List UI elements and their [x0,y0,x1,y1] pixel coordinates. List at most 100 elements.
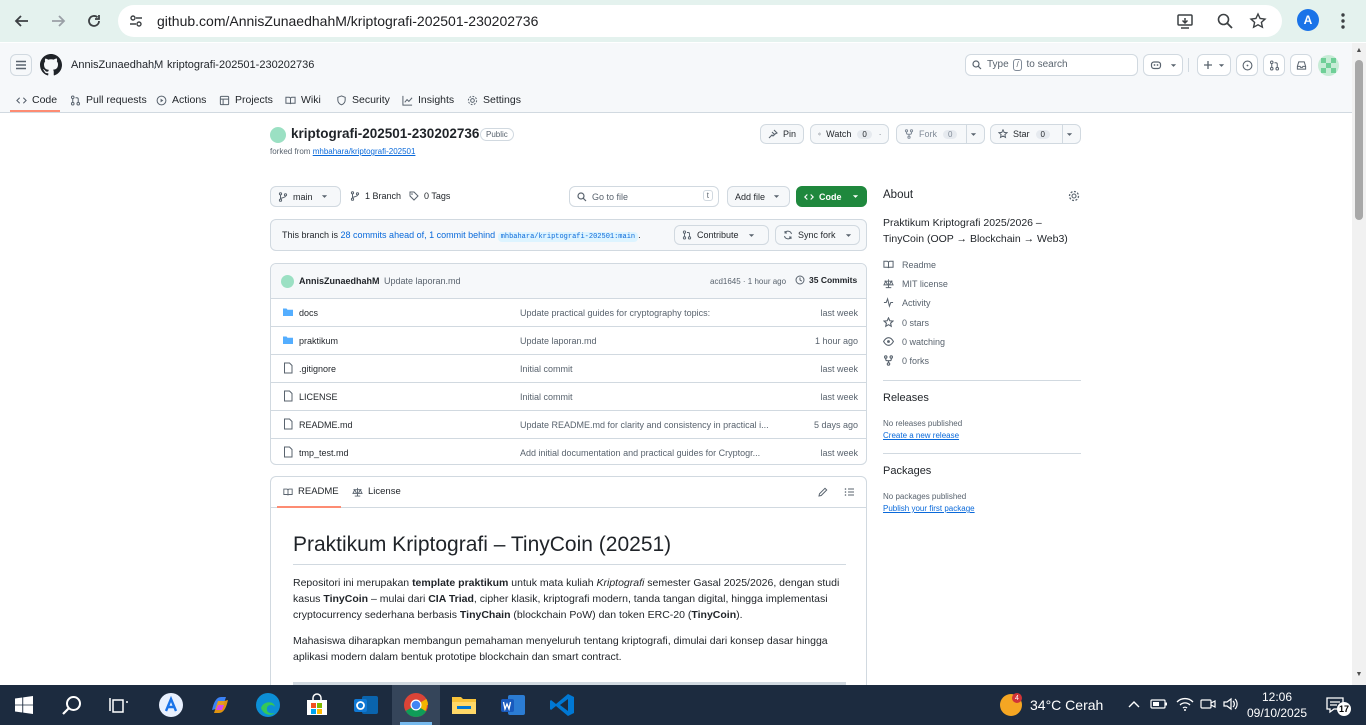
meet-now-icon[interactable] [1200,696,1216,712]
github-logo-icon[interactable] [40,54,62,76]
go-to-file-input[interactable]: Go to file t [569,186,719,207]
create-release-link[interactable]: Create a new release [883,431,959,440]
about-forks-link[interactable]: 0 forks [883,355,929,366]
system-clock[interactable]: 12:06 09/10/2025 [1245,689,1309,721]
code-dropdown-button[interactable]: Code [796,186,867,207]
taskbar-vscode[interactable] [547,691,577,719]
install-app-icon[interactable] [1176,12,1194,30]
taskbar-edge[interactable] [253,691,283,719]
watch-button[interactable]: Watch 0 [810,124,889,144]
about-license-link[interactable]: MIT license [883,278,948,289]
scroll-down-arrow[interactable]: ▼ [1355,671,1363,679]
user-avatar[interactable] [1318,55,1339,76]
file-name-link[interactable]: .gitignore [299,364,336,374]
file-row[interactable]: LICENSE Initial commit last week [271,383,866,411]
file-name-link[interactable]: tmp_test.md [299,448,349,458]
address-bar[interactable]: github.com/AnnisZunaedhahM/kriptografi-2… [118,5,1282,37]
file-row[interactable]: README.md Update README.md for clarity a… [271,411,866,439]
fork-button[interactable]: Fork 0 [896,124,985,144]
about-activity-link[interactable]: Activity [883,297,931,308]
tab-security[interactable]: Security [336,91,390,109]
forward-button[interactable] [46,9,70,33]
contribute-button[interactable]: Contribute [674,225,769,245]
taskbar-chrome[interactable] [401,691,431,719]
search-button[interactable] [57,691,87,719]
wifi-icon[interactable] [1176,696,1194,712]
file-name-link[interactable]: LICENSE [299,392,338,402]
weather-text[interactable]: 34°C Cerah [1030,697,1103,713]
commits-behind-link[interactable]: 1 commit behind [429,230,495,240]
star-dropdown-button[interactable] [1062,125,1080,143]
tab-readme[interactable]: README [283,486,339,497]
repo-owner-avatar[interactable] [270,127,286,143]
file-commit-message[interactable]: Initial commit [520,364,775,374]
file-commit-message[interactable]: Initial commit [520,392,775,402]
branch-selector[interactable]: main [270,186,341,207]
open-navigation-button[interactable] [10,54,32,76]
commit-hash-time[interactable]: acd1645 · 1 hour ago [710,277,786,286]
site-settings-icon[interactable] [128,13,144,29]
tab-settings[interactable]: Settings [467,91,521,109]
file-row[interactable]: docs Update practical guides for cryptog… [271,299,866,327]
breadcrumb-owner-link[interactable]: AnnisZunaedhahM [71,59,163,71]
tab-code[interactable]: Code [16,91,57,109]
pencil-icon[interactable] [818,487,828,497]
file-commit-message[interactable]: Update practical guides for cryptography… [520,308,775,318]
add-file-button[interactable]: Add file [727,186,790,207]
commits-ahead-link[interactable]: 28 commits ahead of, [341,230,427,240]
packages-heading-link[interactable]: Packages [883,465,931,477]
bookmark-star-icon[interactable] [1249,12,1267,30]
gear-icon[interactable] [1068,190,1080,202]
file-row[interactable]: .gitignore Initial commit last week [271,355,866,383]
create-new-button[interactable] [1197,54,1231,76]
chevron-up-icon[interactable] [1128,699,1140,709]
pull-requests-button[interactable] [1263,54,1285,76]
commit-message-link[interactable]: Update laporan.md [384,276,461,286]
tab-insights[interactable]: Insights [402,91,454,109]
tab-license[interactable]: License [352,486,401,497]
taskbar-word[interactable] [498,691,528,719]
commit-author-link[interactable]: AnnisZunaedhahM [299,276,380,286]
volume-icon[interactable] [1222,696,1238,712]
breadcrumb-repo-link[interactable]: kriptografi-202501-230202736 [167,59,314,71]
file-commit-message[interactable]: Update laporan.md [520,336,775,346]
sync-fork-button[interactable]: Sync fork [775,225,860,245]
about-watching-link[interactable]: 0 watching [883,336,945,347]
publish-package-link[interactable]: Publish your first package [883,504,975,513]
taskbar-file-explorer[interactable] [449,691,479,719]
file-row[interactable]: tmp_test.md Add initial documentation an… [271,439,866,464]
file-row[interactable]: praktikum Update laporan.md 1 hour ago [271,327,866,355]
profile-avatar[interactable]: A [1297,9,1319,31]
taskbar-app-a[interactable] [156,691,186,719]
file-commit-message[interactable]: Update README.md for clarity and consist… [520,420,775,430]
list-unordered-icon[interactable] [844,487,855,497]
branches-link[interactable]: 1 Branch [350,191,401,201]
tags-link[interactable]: 0 Tags [409,191,450,201]
taskbar-store[interactable] [302,691,332,719]
file-name-link[interactable]: praktikum [299,336,338,346]
releases-heading-link[interactable]: Releases [883,392,929,404]
file-name-link[interactable]: docs [299,308,318,318]
search-input[interactable]: Type / to search [965,54,1138,76]
pin-button[interactable]: Pin [760,124,804,144]
scroll-up-arrow[interactable]: ▲ [1355,47,1363,55]
reload-button[interactable] [82,9,106,33]
issues-button[interactable] [1236,54,1258,76]
task-view-button[interactable] [104,691,134,719]
back-button[interactable] [10,9,34,33]
tab-projects[interactable]: Projects [219,91,273,109]
taskbar-copilot[interactable] [205,691,235,719]
star-button[interactable]: Star 0 [990,124,1081,144]
tab-pull-requests[interactable]: Pull requests [70,91,147,109]
url-text[interactable]: github.com/AnnisZunaedhahM/kriptografi-2… [157,13,538,29]
repo-name-link[interactable]: kriptografi-202501-230202736 [291,126,479,141]
battery-icon[interactable] [1150,697,1168,711]
tab-wiki[interactable]: Wiki [285,91,321,109]
forked-from-link[interactable]: mhbahara/kriptografi-202501 [313,147,416,156]
about-stars-link[interactable]: 0 stars [883,317,929,328]
taskbar-outlook[interactable] [351,691,381,719]
tab-actions[interactable]: Actions [156,91,206,109]
scrollbar-thumb[interactable] [1355,60,1363,220]
start-button[interactable] [9,691,39,719]
copilot-button[interactable] [1143,54,1183,76]
